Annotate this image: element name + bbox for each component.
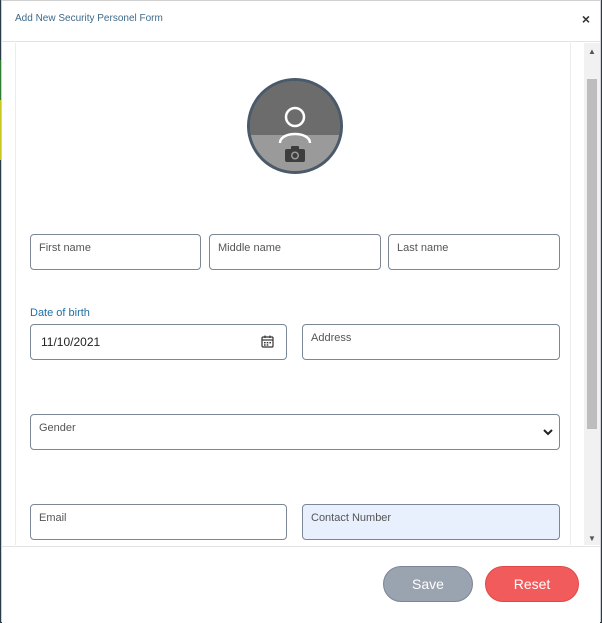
- calendar-icon[interactable]: [261, 335, 274, 348]
- gender-label: Gender: [39, 422, 76, 434]
- first-name-label: First name: [39, 242, 91, 254]
- address-field[interactable]: Address: [302, 324, 560, 360]
- scroll-up-icon[interactable]: ▲: [588, 47, 596, 56]
- contact-number-label: Contact Number: [311, 512, 392, 524]
- last-name-label: Last name: [397, 242, 449, 254]
- gender-select[interactable]: Gender: [30, 414, 560, 450]
- dob-field[interactable]: 11/10/2021: [30, 324, 287, 360]
- close-icon[interactable]: ×: [582, 12, 590, 26]
- reset-button[interactable]: Reset: [485, 566, 579, 602]
- last-name-field[interactable]: Last name: [388, 234, 560, 270]
- scroll-down-icon[interactable]: ▼: [588, 534, 596, 543]
- avatar-upload[interactable]: [247, 78, 343, 174]
- modal-header: Add New Security Personel Form ×: [2, 1, 600, 42]
- scrollbar[interactable]: ▲ ▼: [584, 43, 600, 545]
- address-label: Address: [311, 332, 352, 344]
- modal-title: Add New Security Personel Form: [15, 13, 163, 24]
- camera-icon[interactable]: [284, 145, 306, 163]
- chevron-down-icon: [543, 429, 553, 436]
- dob-label: Date of birth: [30, 307, 90, 319]
- person-icon: [278, 106, 312, 144]
- dob-value: 11/10/2021: [41, 335, 101, 349]
- save-button[interactable]: Save: [383, 566, 473, 602]
- scroll-thumb[interactable]: [587, 79, 597, 429]
- middle-name-label: Middle name: [218, 242, 281, 254]
- security-personel-modal: Add New Security Personel Form × First n…: [1, 0, 601, 623]
- contact-number-field[interactable]: Contact Number: [302, 504, 560, 540]
- email-field[interactable]: Email: [30, 504, 287, 540]
- form-container: First name Middle name Last name Date of…: [15, 43, 571, 545]
- modal-body: First name Middle name Last name Date of…: [2, 43, 600, 545]
- middle-name-field[interactable]: Middle name: [209, 234, 381, 270]
- modal-footer: Save Reset: [2, 546, 600, 623]
- first-name-field[interactable]: First name: [30, 234, 201, 270]
- email-label: Email: [39, 512, 67, 524]
